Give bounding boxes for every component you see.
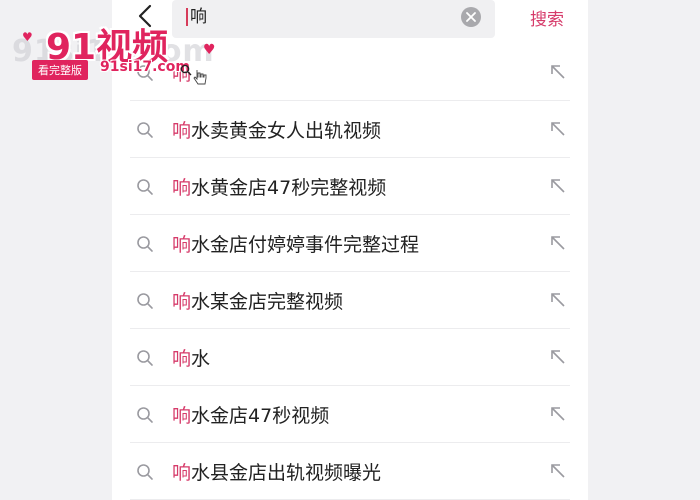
suggestion-text: 响水县金店出轨视频曝光 <box>172 458 381 485</box>
suggestion-text: 响水 <box>172 344 210 371</box>
list-item[interactable]: 响水县金店出轨视频曝光 <box>112 443 588 500</box>
list-item[interactable]: 响水金店47秒视频 <box>112 386 588 443</box>
suggestion-highlight: 响 <box>172 234 192 256</box>
search-icon <box>137 179 153 195</box>
arrow-up-left-icon[interactable] <box>550 178 566 194</box>
arrow-up-left-icon[interactable] <box>550 235 566 251</box>
arrow-up-left-icon[interactable] <box>550 349 566 365</box>
search-icon <box>137 464 153 480</box>
suggestion-highlight: 响 <box>172 462 192 484</box>
clear-icon <box>466 12 476 22</box>
watermark-tag: 看完整版 <box>32 60 88 80</box>
arrow-up-left-icon[interactable] <box>550 64 566 80</box>
watermark-url: 91si17.com <box>100 59 190 75</box>
suggestion-highlight: 响 <box>172 405 192 427</box>
pointer-hand-icon <box>193 70 207 85</box>
suggestion-text: 响水黄金店47秒完整视频 <box>172 173 386 200</box>
suggestion-text: 响水卖黄金女人出轨视频 <box>172 116 381 143</box>
search-icon <box>137 293 153 309</box>
search-input[interactable]: 响 <box>172 0 495 38</box>
heart-icon: ♥ <box>22 30 33 44</box>
arrow-up-left-icon[interactable] <box>550 463 566 479</box>
arrow-up-left-icon[interactable] <box>550 406 566 422</box>
suggestion-text: 响水金店47秒视频 <box>172 401 329 428</box>
search-button[interactable]: 搜索 <box>530 5 564 30</box>
suggestion-highlight: 响 <box>172 177 192 199</box>
list-item[interactable]: 响水某金店完整视频 <box>112 272 588 329</box>
search-icon <box>137 407 153 423</box>
arrow-up-left-icon[interactable] <box>550 292 566 308</box>
suggestion-list: 响 响水卖黄金女人出轨视频 响水黄金店47秒完整视频 响水金店付婷婷事件完整过程… <box>112 44 588 500</box>
search-icon <box>137 236 153 252</box>
search-icon <box>137 350 153 366</box>
suggestion-rest: 水某金店完整视频 <box>191 291 344 313</box>
suggestion-text: 响水某金店完整视频 <box>172 287 343 314</box>
suggestion-rest: 水 <box>191 348 211 370</box>
arrow-up-left-icon[interactable] <box>550 121 566 137</box>
list-item[interactable]: 响水金店付婷婷事件完整过程 <box>112 215 588 272</box>
watermark-logo: 91si17.com ♥ 91视频 ♥ 看完整版 91si17.com <box>10 14 220 94</box>
suggestion-rest: 水县金店出轨视频曝光 <box>191 462 382 484</box>
suggestion-highlight: 响 <box>172 291 192 313</box>
suggestion-rest: 水金店47秒视频 <box>191 405 330 427</box>
suggestion-highlight: 响 <box>172 120 192 142</box>
list-item[interactable]: 响水 <box>112 329 588 386</box>
suggestion-text: 响水金店付婷婷事件完整过程 <box>172 230 419 257</box>
suggestion-rest: 水卖黄金女人出轨视频 <box>191 120 382 142</box>
list-item[interactable]: 响水黄金店47秒完整视频 <box>112 158 588 215</box>
heart-icon: ♥ <box>203 42 216 58</box>
suggestion-rest: 水金店付婷婷事件完整过程 <box>191 234 420 256</box>
search-icon <box>137 122 153 138</box>
list-item[interactable]: 响水卖黄金女人出轨视频 <box>112 101 588 158</box>
clear-button[interactable] <box>461 7 481 27</box>
suggestion-rest: 水黄金店47秒完整视频 <box>191 177 387 199</box>
search-icon <box>180 64 192 76</box>
suggestion-highlight: 响 <box>172 348 192 370</box>
